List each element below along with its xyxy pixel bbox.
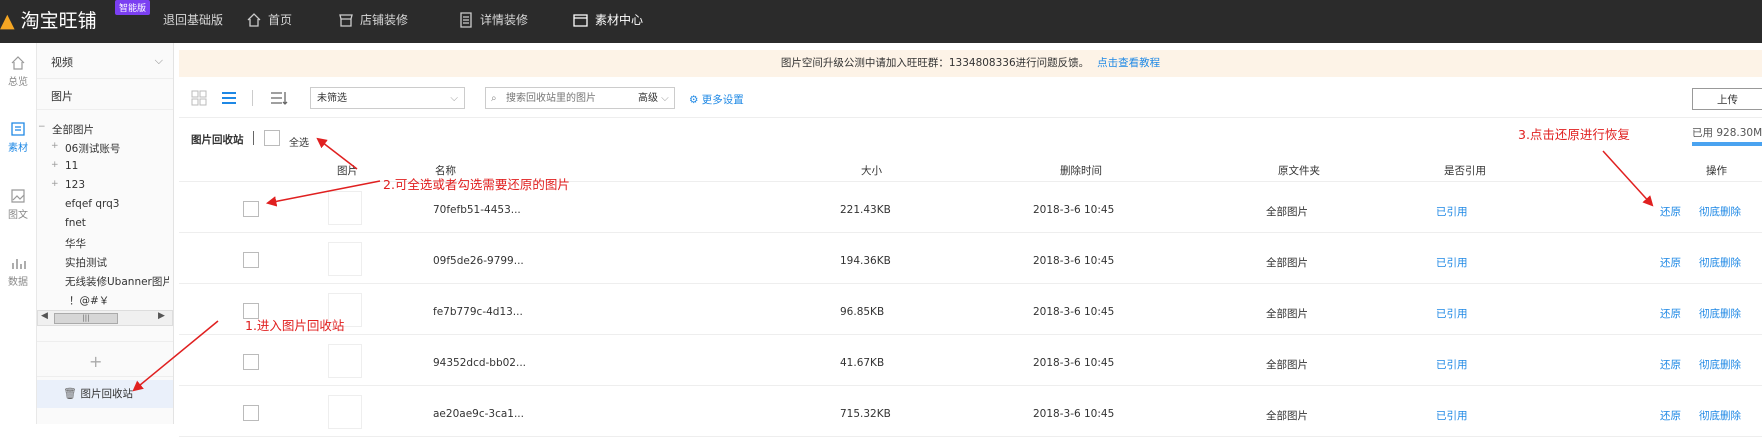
arrow-to-recycle-bin	[132, 320, 219, 392]
annotation-arrows	[132, 137, 1654, 392]
arrow-to-row-checkbox	[265, 180, 381, 207]
arrow-to-restore	[1602, 150, 1654, 207]
arrow-to-select-all	[316, 137, 358, 170]
